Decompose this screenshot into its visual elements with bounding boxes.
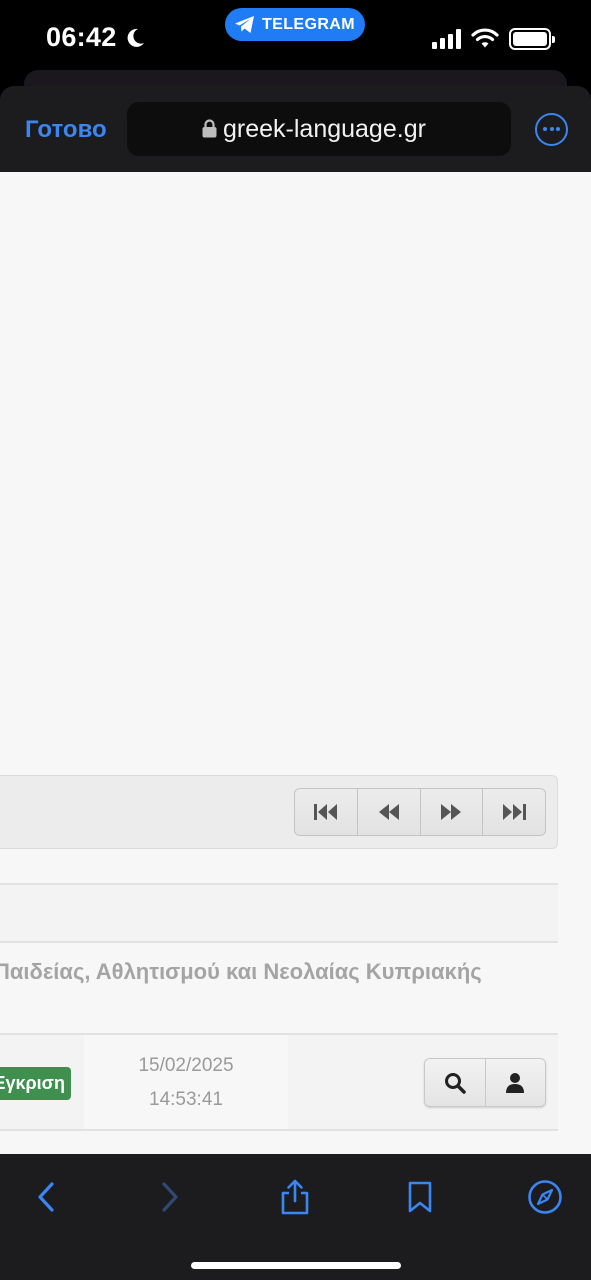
telegram-pill-label: TELEGRAM [262, 16, 355, 33]
status-bar: 06:42 TELEGRAM [0, 0, 591, 80]
document-title: Παιδείας, Αθλητισμού και Νεολαίας Κυπρια… [0, 959, 482, 984]
share-icon [281, 1179, 309, 1215]
previous-page-button[interactable] [357, 789, 421, 835]
home-indicator[interactable] [191, 1262, 401, 1269]
back-icon [38, 1182, 54, 1212]
more-options-button[interactable] [535, 113, 568, 146]
submission-date: 15/02/2025 [138, 1055, 234, 1076]
forward-button[interactable] [145, 1172, 195, 1222]
table-header [0, 883, 558, 943]
table-row: Έγκριση 15/02/2025 14:53:41 [0, 1035, 558, 1131]
browser-header: Готово greek-language.gr [0, 86, 591, 172]
wifi-icon [471, 28, 499, 48]
user-icon [506, 1072, 525, 1093]
telegram-return-pill[interactable]: TELEGRAM [225, 8, 365, 41]
bookmarks-button[interactable] [395, 1172, 445, 1222]
first-page-icon [313, 804, 337, 820]
next-page-icon [441, 804, 462, 820]
address-bar[interactable]: greek-language.gr [127, 102, 511, 156]
previous-page-icon [378, 804, 399, 820]
more-dot-icon [543, 127, 547, 131]
next-page-button[interactable] [420, 789, 484, 835]
web-page: Παιδείας, Αθλητισμού και Νεολαίας Κυπρια… [0, 172, 591, 1154]
telegram-icon [235, 16, 254, 33]
signal-icon [432, 29, 461, 49]
tabs-button[interactable] [520, 1172, 570, 1222]
bookmarks-icon [408, 1181, 432, 1213]
row-actions [424, 1058, 546, 1107]
first-page-button[interactable] [295, 789, 358, 835]
search-icon [444, 1072, 466, 1094]
view-button[interactable] [425, 1059, 486, 1106]
last-page-button[interactable] [483, 789, 545, 835]
submission-time: 14:53:41 [149, 1089, 223, 1110]
more-dot-icon [556, 127, 560, 131]
battery-icon [509, 28, 555, 50]
share-button[interactable] [270, 1172, 320, 1222]
lock-icon [202, 119, 217, 138]
status-time: 06:42 [46, 22, 117, 52]
compass-icon [528, 1180, 562, 1214]
moon-icon [127, 28, 144, 47]
status-badge: Έγκριση [0, 1067, 71, 1100]
forward-icon [162, 1182, 178, 1212]
table-row: Παιδείας, Αθλητισμού και Νεολαίας Κυπρια… [0, 943, 558, 1035]
url-text: greek-language.gr [223, 115, 426, 143]
browser-toolbar [0, 1154, 591, 1280]
date-cell: 15/02/2025 14:53:41 [84, 1035, 288, 1129]
back-button[interactable] [21, 1172, 71, 1222]
done-button[interactable]: Готово [25, 116, 107, 144]
pagination-controls [294, 788, 546, 836]
more-dot-icon [549, 127, 554, 131]
user-button[interactable] [485, 1059, 545, 1106]
last-page-icon [503, 804, 527, 820]
